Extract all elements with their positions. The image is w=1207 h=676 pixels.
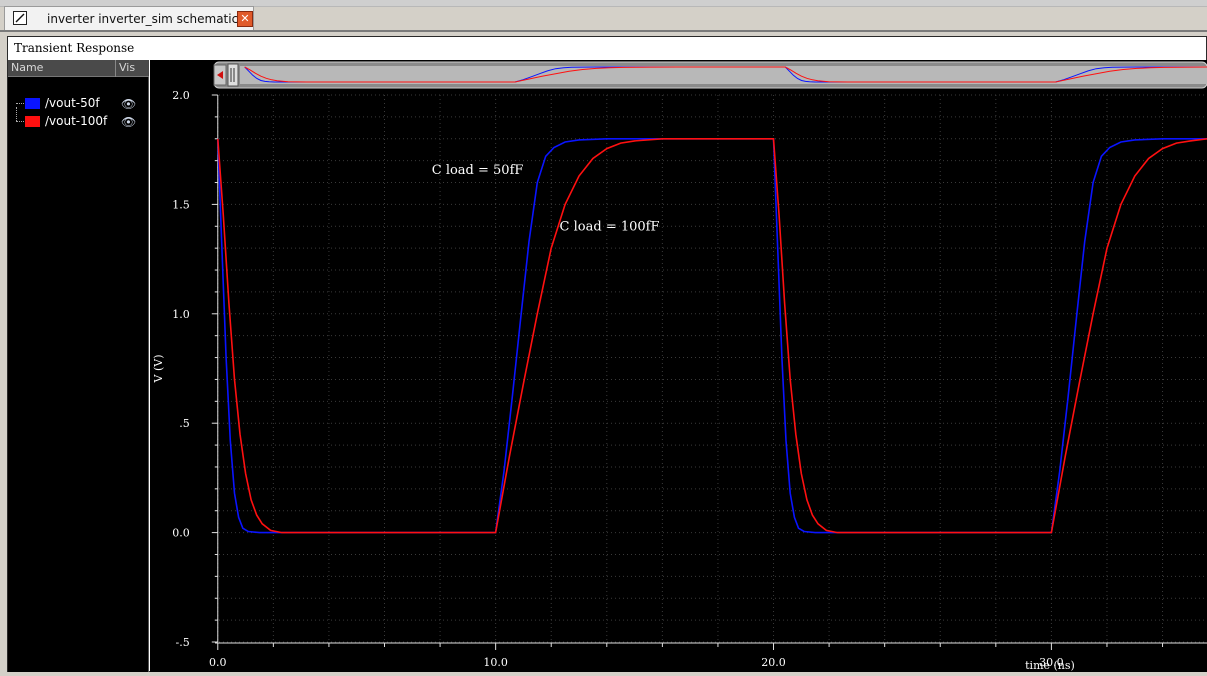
signal-label: /vout-50f (45, 96, 100, 110)
x-tick-label: 20.0 (761, 656, 786, 669)
tree-connector (16, 121, 24, 122)
waveform-chart[interactable]: 2.01.51.0.50.0-.50.0 10.0 20.0 30.0V (V)tim… (150, 60, 1207, 672)
close-icon[interactable]: ✕ (237, 11, 253, 27)
chart-axes: 2.01.51.0.50.0-.50.0 10.0 20.0 30.0V (V)tim… (152, 89, 1207, 672)
color-swatch (25, 98, 40, 109)
annotation-label: C load = 50fF (432, 163, 524, 178)
tree-connector (16, 107, 17, 121)
schematic-icon (13, 11, 27, 25)
overview-window[interactable] (240, 66, 1207, 84)
column-header-vis[interactable]: Vis (119, 61, 135, 74)
overview-strip[interactable] (213, 61, 1207, 89)
plot-area[interactable]: 2.0 1.5 1.0.5 0.0 -.5 0.0 10.0 20.0 30.0 V (V) tim… (150, 60, 1207, 672)
column-header-name[interactable]: Name (11, 61, 43, 74)
signal-list-panel: Name Vis /vout-50f 👁︎ /vout-100f 👁︎ (8, 60, 149, 672)
chart-grid (215, 94, 1207, 643)
tab-divider (0, 30, 1207, 32)
tree-connector (16, 103, 24, 104)
chart-traces (217, 138, 1207, 534)
x-tick-label: 10.0 (483, 656, 508, 669)
color-swatch (25, 116, 40, 127)
signal-item-vout-50f[interactable]: /vout-50f 👁︎ (8, 95, 149, 113)
y-tick-label: 1.5 (172, 198, 190, 211)
window-title: Transient Response (14, 41, 135, 55)
annotation-label: C load = 100fF (560, 220, 660, 235)
tab-title: inverter inverter_sim schematic (47, 12, 239, 26)
signal-list-header: Name Vis (8, 60, 149, 77)
y-tick-label: 0.0 (172, 527, 190, 540)
chart-annotations: C load = 50fF C load = 100fF (432, 163, 660, 235)
x-axis-title: time (ns) (1025, 659, 1075, 672)
signal-item-vout-100f[interactable]: /vout-100f 👁︎ (8, 107, 149, 131)
eye-icon[interactable]: 👁︎ (121, 97, 136, 111)
scroll-handle[interactable] (227, 63, 239, 87)
eye-icon[interactable]: 👁︎ (121, 115, 136, 129)
y-axis-title: V (V) (152, 355, 165, 384)
y-tick-label: 2.0 (172, 89, 190, 102)
signal-label: /vout-100f (45, 114, 108, 128)
y-tick-label: -.5 (176, 636, 190, 649)
column-divider[interactable] (115, 60, 116, 77)
y-tick-label: .5 (179, 417, 190, 430)
trace-vout-50f (217, 138, 1207, 534)
x-tick-label: 0.0 (209, 656, 227, 669)
tab-schematic[interactable]: inverter inverter_sim schematic ✕ (4, 6, 254, 30)
y-tick-label: 1.0 (172, 308, 190, 321)
